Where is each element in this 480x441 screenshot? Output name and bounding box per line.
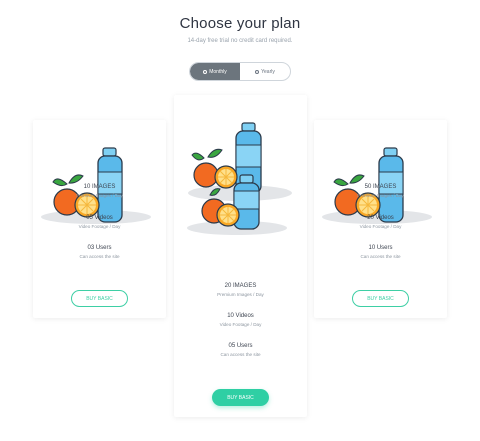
feature-main: 20 IMAGES	[224, 283, 257, 289]
feature-users: 03 Users Can access the site	[33, 245, 166, 259]
toggle-monthly-label: Monthly	[209, 68, 227, 75]
buy-basic-button[interactable]: BUY BASIC	[212, 389, 269, 406]
toggle-yearly[interactable]: Yearly	[240, 63, 290, 80]
toggle-monthly[interactable]: Monthly	[190, 63, 240, 80]
feature-sub: Video Footage / Day	[78, 224, 121, 229]
plan-card-featured: 20 IMAGES Premium Images / Day 10 Videos…	[174, 95, 307, 417]
toggle-yearly-label: Yearly	[261, 68, 275, 75]
feature-images: 10 IMAGES Premium Images / Day	[33, 184, 166, 198]
plan-card-premium: 50 IMAGES Premium Images / Day 20 Videos…	[314, 120, 447, 318]
plan-illustration	[322, 147, 432, 224]
feature-images: 50 IMAGES Premium Images / Day	[314, 184, 447, 198]
billing-toggle: Monthly Yearly	[189, 62, 291, 81]
page-title: Choose your plan	[179, 15, 301, 32]
feature-sub: Premium Images / Day	[217, 292, 264, 297]
feature-users: 05 Users Can access the site	[174, 343, 307, 357]
feature-main: 10 IMAGES	[83, 184, 116, 190]
feature-videos: 10 Videos Video Footage / Day	[174, 313, 307, 327]
feature-sub: Premium Images / Day	[76, 193, 123, 198]
feature-videos: 20 Videos Video Footage / Day	[314, 215, 447, 229]
buy-basic-button[interactable]: BUY BASIC	[71, 290, 128, 307]
radio-icon	[203, 69, 208, 74]
feature-images: 20 IMAGES Premium Images / Day	[174, 283, 307, 297]
feature-main: 10 Users	[368, 245, 393, 251]
feature-main: 10 Videos	[227, 313, 254, 319]
feature-main: 05 Users	[228, 343, 253, 349]
feature-main: 20 Videos	[367, 215, 394, 221]
plan-illustration	[41, 147, 151, 224]
feature-sub: Can access the site	[79, 254, 120, 259]
feature-sub: Can access the site	[220, 352, 261, 357]
feature-users: 10 Users Can access the site	[314, 245, 447, 259]
feature-sub: Video Footage / Day	[219, 322, 262, 327]
page-subtitle: 14-day free trial no credit card require…	[187, 38, 293, 44]
plan-illustration	[187, 122, 292, 235]
feature-main: 50 IMAGES	[364, 184, 397, 190]
feature-sub: Premium Images / Day	[357, 193, 404, 198]
feature-main: 03 Users	[87, 245, 112, 251]
feature-videos: 05 Videos Video Footage / Day	[33, 215, 166, 229]
feature-sub: Video Footage / Day	[359, 224, 402, 229]
radio-icon	[255, 69, 260, 74]
feature-sub: Can access the site	[360, 254, 401, 259]
plan-card-basic: 10 IMAGES Premium Images / Day 05 Videos…	[33, 120, 166, 318]
feature-main: 05 Videos	[86, 215, 113, 221]
buy-basic-button[interactable]: BUY BASIC	[352, 290, 409, 307]
